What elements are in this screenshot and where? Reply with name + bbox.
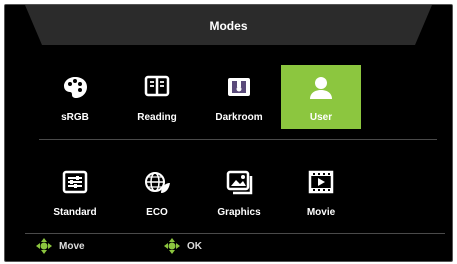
mode-label: Reading [137,112,177,123]
user-icon [310,77,332,99]
mode-srgb[interactable]: sRGB [35,65,115,129]
palette-icon [64,77,87,98]
mode-label: Darkroom [215,112,263,123]
mode-label: ECO [146,207,168,218]
mode-label: Graphics [217,207,261,218]
modes-row-2: Standard ECO Graphics Movie [35,160,435,224]
ok-button-icon [164,238,180,254]
mode-label: Movie [306,207,336,218]
mode-graphics[interactable]: Graphics [199,160,279,224]
mode-darkroom[interactable]: Darkroom [199,65,279,129]
row-divider [39,139,437,140]
mode-standard[interactable]: Standard [35,160,115,224]
mode-eco[interactable]: ECO [117,160,197,224]
eco-globe-icon [145,172,170,193]
mode-reading[interactable]: Reading [117,65,197,129]
sliders-icon [62,170,88,194]
graphics-icon [226,170,253,195]
osd-window: Modes sRGB Reading Darkroom User Standar… [4,4,453,262]
darkroom-icon [228,78,250,96]
footer-divider [25,233,445,234]
modes-row-1: sRGB Reading Darkroom User [35,65,435,129]
ok-hint[interactable]: OK [163,237,202,255]
move-label: Move [59,240,85,252]
mode-user[interactable]: User [281,65,361,129]
mode-label: User [309,112,333,123]
window-title: Modes [209,19,248,33]
book-icon [144,75,170,97]
film-icon [308,170,334,194]
ok-label: OK [187,240,202,252]
mode-label: sRGB [61,112,89,123]
mode-label: Standard [53,207,97,218]
move-arrows-icon [36,238,52,254]
mode-movie[interactable]: Movie [281,160,361,224]
title-bar: Modes [5,5,452,49]
move-hint[interactable]: Move [35,237,85,255]
